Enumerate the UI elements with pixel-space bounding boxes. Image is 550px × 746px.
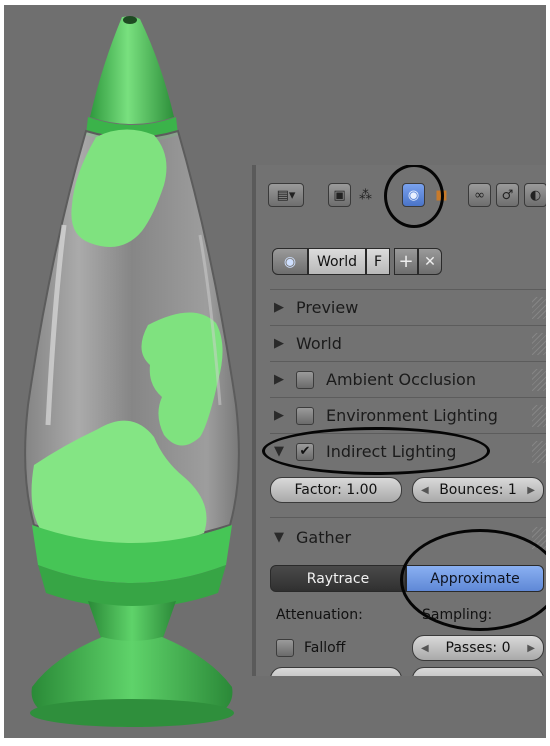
passes-field[interactable]: ◀ Passes: 0 ▶ xyxy=(412,635,544,661)
falloff-toggle[interactable]: Falloff xyxy=(276,639,345,657)
hidden-field-left[interactable] xyxy=(270,667,402,676)
tab-render-layers[interactable]: ▣ xyxy=(328,183,351,207)
drag-handle-icon[interactable] xyxy=(532,526,546,549)
bounces-label: Bounces: 1 xyxy=(439,482,517,498)
approximate-label: Approximate xyxy=(430,570,520,587)
editor-type-icon: ▤▾ xyxy=(276,187,296,203)
panel-indirect-lighting-label: Indirect Lighting xyxy=(326,442,457,461)
panel-gather-label: Gather xyxy=(296,528,352,547)
passes-label: Passes: 0 xyxy=(445,640,511,656)
lava-lamp-render xyxy=(24,16,240,727)
3d-viewport[interactable]: ▤▾ ▣ ⁂ ◉ ■ ∞ ♂ ◐ ◉ World F + ✕ ▶ Preview… xyxy=(4,5,546,738)
decrement-arrow-icon[interactable]: ◀ xyxy=(421,485,429,496)
attenuation-label: Attenuation: xyxy=(276,607,363,623)
collapse-triangle-icon: ▼ xyxy=(274,444,284,459)
expand-triangle-icon: ▶ xyxy=(274,300,284,315)
panel-world-label: World xyxy=(296,334,342,353)
panel-indirect-lighting-header[interactable]: ▼ ✔ Indirect Lighting xyxy=(270,435,546,468)
raytrace-label: Raytrace xyxy=(306,570,370,587)
indirect-lighting-checkbox[interactable]: ✔ xyxy=(296,442,314,461)
expand-triangle-icon: ▶ xyxy=(274,336,284,351)
properties-panel: ▤▾ ▣ ⁂ ◉ ■ ∞ ♂ ◐ ◉ World F + ✕ ▶ Preview… xyxy=(252,165,546,676)
object-icon: ■ xyxy=(435,187,448,203)
increment-arrow-icon[interactable]: ▶ xyxy=(527,643,535,654)
panel-ambient-occlusion-label: Ambient Occlusion xyxy=(326,370,476,389)
tab-modifiers[interactable]: ♂ xyxy=(496,183,519,207)
tab-more[interactable]: ◐ xyxy=(524,183,546,207)
expand-triangle-icon: ▶ xyxy=(274,408,284,423)
hidden-field-right[interactable] xyxy=(412,667,544,676)
add-icon: + xyxy=(398,251,414,272)
ambient-occlusion-checkbox[interactable] xyxy=(296,370,314,389)
increment-arrow-icon[interactable]: ▶ xyxy=(527,485,535,496)
lamp-cap xyxy=(90,16,174,125)
drag-handle-icon[interactable] xyxy=(532,368,546,391)
drag-handle-icon[interactable] xyxy=(532,296,546,319)
fake-user-label: F xyxy=(373,253,383,270)
world-name: World xyxy=(316,253,358,270)
editor-type-menu[interactable]: ▤▾ xyxy=(268,183,304,207)
panel-gather-header[interactable]: ▼ Gather xyxy=(270,521,546,554)
close-icon: ✕ xyxy=(424,253,436,270)
world-icon: ◉ xyxy=(283,253,297,270)
world-browse-button[interactable]: ◉ xyxy=(272,248,308,275)
gather-approximate-button[interactable]: Approximate xyxy=(406,565,544,592)
falloff-label: Falloff xyxy=(304,640,346,656)
factor-field[interactable]: Factor: 1.00 xyxy=(270,477,402,503)
scene-icon: ⁂ xyxy=(359,187,372,203)
drag-handle-icon[interactable] xyxy=(532,332,546,355)
world-name-field[interactable]: World xyxy=(308,248,366,275)
new-world-button[interactable]: + xyxy=(394,248,418,275)
gather-raytrace-button[interactable]: Raytrace xyxy=(270,565,406,592)
unlink-world-button[interactable]: ✕ xyxy=(418,248,442,275)
factor-label: Factor: 1.00 xyxy=(294,482,378,498)
panel-ambient-occlusion-header[interactable]: ▶ Ambient Occlusion xyxy=(270,363,546,396)
render-layers-icon: ▣ xyxy=(333,187,346,203)
constraints-icon: ∞ xyxy=(474,187,485,203)
tab-scene[interactable]: ⁂ xyxy=(354,183,377,207)
expand-triangle-icon: ▶ xyxy=(274,372,284,387)
tab-constraints[interactable]: ∞ xyxy=(468,183,491,207)
decrement-arrow-icon[interactable]: ◀ xyxy=(421,643,429,654)
panel-world-header[interactable]: ▶ World xyxy=(270,327,546,360)
fake-user-button[interactable]: F xyxy=(366,248,390,275)
world-icon: ◉ xyxy=(407,187,420,203)
tab-object[interactable]: ■ xyxy=(430,183,453,207)
panel-preview-label: Preview xyxy=(296,298,359,317)
bounces-field[interactable]: ◀ Bounces: 1 ▶ xyxy=(412,477,544,503)
sampling-label: Sampling: xyxy=(422,607,493,623)
more-icon: ◐ xyxy=(529,187,542,203)
drag-handle-icon[interactable] xyxy=(532,404,546,427)
falloff-checkbox[interactable] xyxy=(276,639,294,657)
panel-preview-header[interactable]: ▶ Preview xyxy=(270,291,546,324)
drag-handle-icon[interactable] xyxy=(532,440,546,463)
environment-lighting-checkbox[interactable] xyxy=(296,406,314,425)
collapse-triangle-icon: ▼ xyxy=(274,530,284,545)
panel-environment-lighting-label: Environment Lighting xyxy=(326,406,498,425)
panel-environment-lighting-header[interactable]: ▶ Environment Lighting xyxy=(270,399,546,432)
modifiers-icon: ♂ xyxy=(501,187,514,203)
tab-world[interactable]: ◉ xyxy=(402,183,425,207)
